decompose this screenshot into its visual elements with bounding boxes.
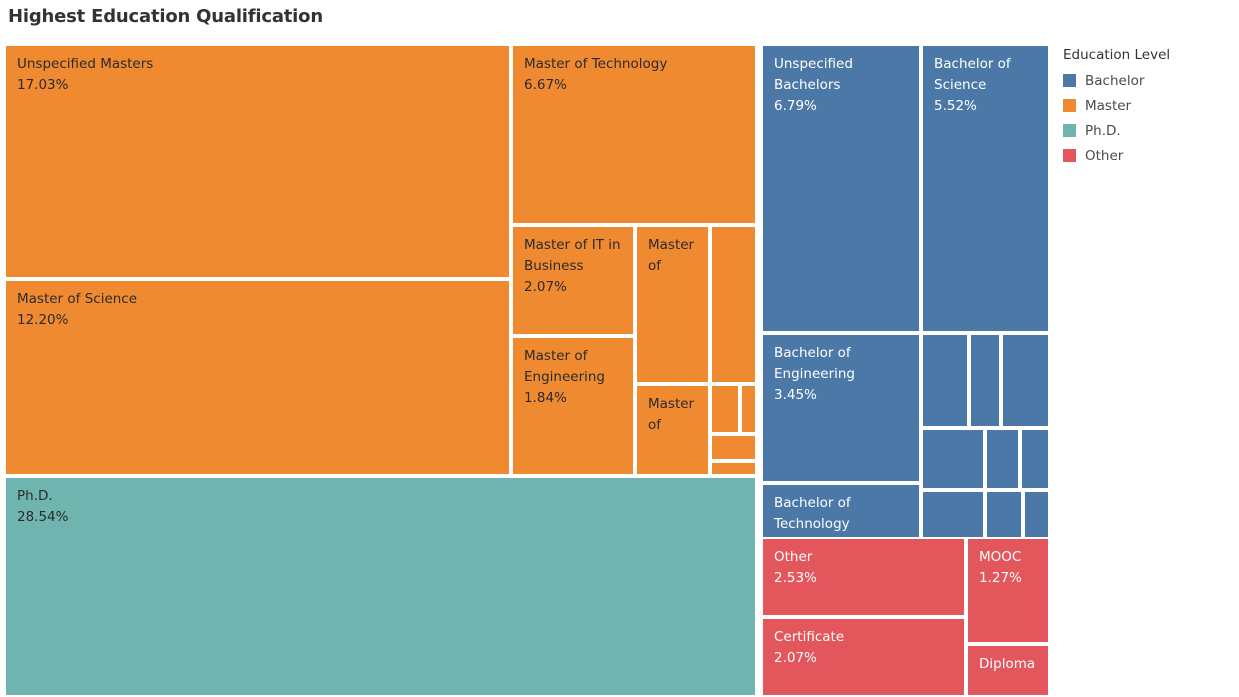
treemap-tile[interactable]: MOOC 1.27% xyxy=(966,537,1050,644)
legend-swatch-icon xyxy=(1063,124,1076,137)
treemap-tile-label: Master of IT in Business 2.07% xyxy=(524,237,621,295)
treemap-tile[interactable] xyxy=(740,384,757,434)
treemap-tile-label: Certificate 2.07% xyxy=(774,629,845,666)
treemap-tile[interactable]: Unspecified Masters 17.03% xyxy=(4,44,511,279)
treemap-tile[interactable]: Master of xyxy=(635,384,710,476)
treemap-tile[interactable]: Bachelor of Engineering 3.45% xyxy=(761,333,921,483)
treemap-tile[interactable]: Other 2.53% xyxy=(761,537,966,617)
treemap-tile[interactable]: Master of Engineering 1.84% xyxy=(511,336,635,476)
legend-swatch-icon xyxy=(1063,99,1076,112)
treemap-tile-label: Other 2.53% xyxy=(774,549,817,586)
treemap-tile-label: Unspecified Masters 17.03% xyxy=(17,56,154,93)
treemap-tile-label: Master of xyxy=(648,396,695,433)
treemap-chart: Unspecified Masters 17.03% Master of Scie… xyxy=(0,40,1050,697)
treemap-tile[interactable]: Master of Science 12.20% xyxy=(4,279,511,476)
legend-item-label: Bachelor xyxy=(1085,72,1145,89)
treemap-tile-label: Master of xyxy=(648,237,695,274)
treemap-tile-label: Bachelor of Technology xyxy=(774,495,851,532)
treemap-tile-label: Diploma xyxy=(979,656,1036,672)
treemap-tile[interactable]: Master of Technology 6.67% xyxy=(511,44,757,225)
treemap-tile-label: MOOC 1.27% xyxy=(979,549,1022,586)
treemap-tile-label: Ph.D. 28.54% xyxy=(17,488,69,525)
treemap-tile[interactable] xyxy=(710,225,757,384)
treemap-tile[interactable]: Ph.D. 28.54% xyxy=(4,476,757,697)
treemap-tile[interactable] xyxy=(710,434,757,461)
legend-item-label: Ph.D. xyxy=(1085,122,1121,139)
treemap-tile[interactable]: Bachelor of Science 5.52% xyxy=(921,44,1050,333)
treemap-tile[interactable] xyxy=(969,333,1001,428)
legend-swatch-icon xyxy=(1063,74,1076,87)
treemap-tile[interactable] xyxy=(985,428,1020,490)
treemap-tile[interactable] xyxy=(1020,428,1050,490)
legend-item-ph-d[interactable]: Ph.D. xyxy=(1063,118,1233,143)
treemap-tile-label: Master of Technology 6.67% xyxy=(524,56,668,93)
legend: Education Level Bachelor Master Ph.D. Other xyxy=(1063,47,1233,168)
treemap-tile-label: Bachelor of Science 5.52% xyxy=(934,56,1011,114)
legend-item-label: Other xyxy=(1085,147,1124,164)
legend-item-label: Master xyxy=(1085,97,1132,114)
legend-title: Education Level xyxy=(1063,47,1171,63)
treemap-tile[interactable]: Certificate 2.07% xyxy=(761,617,966,697)
treemap-tile[interactable]: Master of xyxy=(635,225,710,384)
legend-item-other[interactable]: Other xyxy=(1063,143,1233,168)
legend-item-master[interactable]: Master xyxy=(1063,93,1233,118)
treemap-tile[interactable] xyxy=(1001,333,1050,428)
legend-item-bachelor[interactable]: Bachelor xyxy=(1063,68,1233,93)
treemap-tile-label: Master of Engineering 1.84% xyxy=(524,348,605,406)
treemap-tile[interactable]: Master of IT in Business 2.07% xyxy=(511,225,635,336)
treemap-tile[interactable] xyxy=(921,428,985,490)
treemap-tile[interactable]: Diploma xyxy=(966,644,1050,697)
legend-swatch-icon xyxy=(1063,149,1076,162)
treemap-tile-label: Unspecified Bachelors 6.79% xyxy=(774,56,853,114)
page-title: Highest Education Qualification xyxy=(8,6,323,27)
treemap-tile-label: Bachelor of Engineering 3.45% xyxy=(774,345,855,403)
treemap-tile[interactable] xyxy=(710,384,740,434)
treemap-tile[interactable] xyxy=(921,333,969,428)
treemap-tile-label: Master of Science 12.20% xyxy=(17,291,138,328)
treemap-tile[interactable] xyxy=(710,461,757,476)
treemap-tile[interactable]: Unspecified Bachelors 6.79% xyxy=(761,44,921,333)
legend-items: Bachelor Master Ph.D. Other xyxy=(1063,68,1233,168)
